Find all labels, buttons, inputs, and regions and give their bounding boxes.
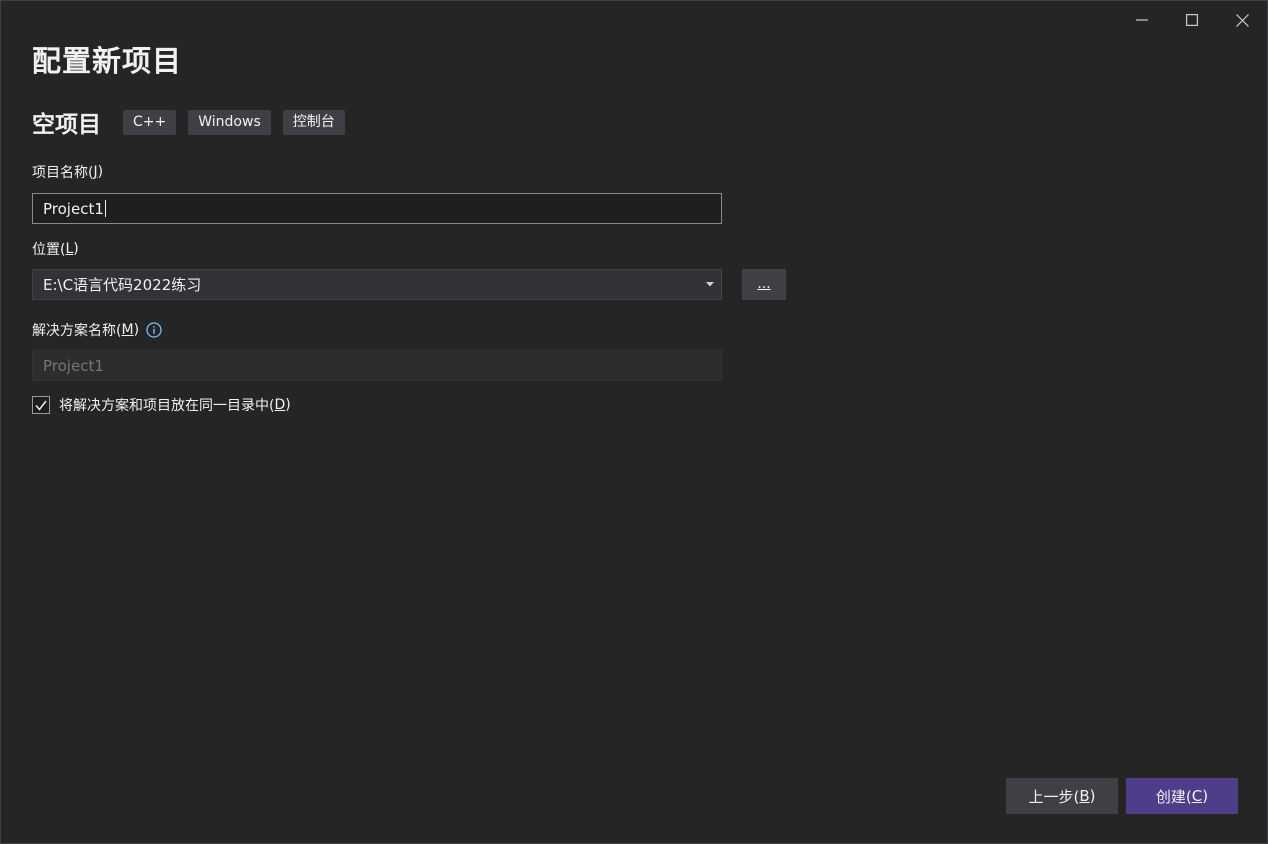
same-directory-option[interactable]: 将解决方案和项目放在同一目录中(D) [32, 395, 291, 415]
same-directory-checkbox[interactable] [32, 396, 50, 414]
project-name-label: 项目名称(J) [32, 162, 103, 182]
solution-name-label-end: ) [133, 322, 140, 338]
info-icon[interactable] [146, 322, 162, 338]
back-button[interactable]: 上一步(B) [1006, 778, 1118, 814]
solution-name-accesskey: M [121, 322, 134, 338]
dropdown-arrow-icon[interactable] [699, 270, 721, 299]
browse-location-button[interactable]: ... [742, 269, 786, 300]
same-directory-accesskey: D [274, 397, 286, 413]
maximize-icon [1186, 14, 1198, 26]
create-label-end: ) [1202, 787, 1209, 805]
solution-name-input [32, 350, 722, 381]
back-label-end: ) [1089, 787, 1096, 805]
tag-language: C++ [123, 109, 177, 135]
location-label-end: ) [73, 241, 79, 257]
create-label: 创建( [1155, 787, 1192, 806]
back-label: 上一步( [1028, 787, 1080, 806]
close-button[interactable] [1217, 1, 1267, 39]
create-accesskey: C [1191, 787, 1203, 805]
minimize-button[interactable] [1117, 1, 1167, 39]
project-name-label-text: 项目名称( [32, 165, 94, 181]
text-caret [104, 200, 106, 217]
tag-project-type: 控制台 [282, 109, 345, 135]
location-label: 位置(L) [32, 239, 79, 259]
same-directory-label-end: ) [285, 397, 291, 413]
tag-platform: Windows [188, 109, 271, 135]
project-name-input[interactable]: Project1 [32, 193, 722, 224]
location-combobox[interactable]: E:\C语言代码2022练习 [32, 269, 722, 300]
solution-name-label: 解决方案名称(M) [32, 320, 162, 340]
close-icon [1235, 13, 1249, 27]
location-accesskey: L [65, 241, 74, 257]
location-value: E:\C语言代码2022练习 [43, 276, 202, 294]
minimize-icon [1136, 19, 1148, 21]
project-name-label-end: ) [97, 164, 104, 180]
page-title: 配置新项目 [32, 44, 183, 78]
browse-label: ... [757, 276, 771, 292]
maximize-button[interactable] [1167, 1, 1217, 39]
back-accesskey: B [1079, 787, 1090, 805]
template-header: 空项目 C++ Windows 控制台 [32, 107, 357, 138]
window-controls [1117, 1, 1267, 39]
same-directory-label: 将解决方案和项目放在同一目录中( [59, 398, 275, 414]
create-button[interactable]: 创建(C) [1126, 778, 1238, 814]
project-name-value: Project1 [43, 199, 104, 218]
solution-name-label-text: 解决方案名称( [32, 323, 122, 339]
checkmark-icon [35, 400, 47, 411]
dialog-window: 配置新项目 空项目 C++ Windows 控制台 项目名称(J) Projec… [0, 0, 1268, 844]
location-label-text: 位置( [32, 242, 66, 258]
template-name: 空项目 [32, 112, 101, 138]
